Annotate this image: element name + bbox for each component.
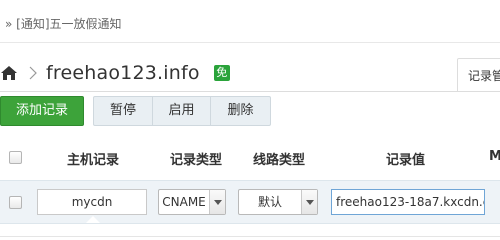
toolbar: 添加记录 暂停 启用 删除	[0, 96, 271, 126]
record-value-input[interactable]: freehao123-18a7.kxcdn.com	[331, 189, 485, 215]
host-input-pointer	[86, 216, 100, 223]
enable-button[interactable]: 启用	[153, 97, 211, 125]
breadcrumb: freehao123.info 免	[0, 58, 230, 88]
notice-link[interactable]: » [通知]五一放假通知	[5, 15, 122, 32]
delete-button[interactable]: 删除	[211, 97, 270, 125]
header-mx: MX	[489, 149, 500, 164]
pause-button[interactable]: 暂停	[94, 97, 153, 125]
select-all-checkbox[interactable]	[9, 151, 22, 164]
action-button-group: 暂停 启用 删除	[93, 96, 271, 126]
tab-record-management[interactable]: 记录管理	[457, 58, 500, 92]
header-value: 记录值	[386, 153, 426, 168]
notice-divider	[0, 42, 500, 43]
home-icon[interactable]	[0, 64, 18, 82]
row-checkbox[interactable]	[9, 196, 22, 209]
header-type: 记录类型	[170, 153, 223, 168]
domain-title: freehao123.info	[46, 62, 200, 84]
table-bottom-border	[0, 236, 500, 237]
add-record-button[interactable]: 添加记录	[0, 96, 84, 126]
chevron-right-icon	[29, 66, 37, 80]
table-header: 主机记录 记录类型 线路类型 记录值 MX	[0, 143, 500, 173]
host-input[interactable]: mycdn	[37, 189, 147, 215]
line-type-select[interactable]: 默认	[238, 189, 318, 215]
header-line: 线路类型	[253, 153, 306, 168]
chevron-down-icon	[301, 190, 317, 214]
record-type-select[interactable]: CNAME	[158, 189, 226, 215]
breadcrumb-divider	[0, 91, 500, 92]
line-type-value: 默认	[257, 195, 282, 209]
chevron-down-icon	[209, 190, 225, 214]
record-type-value: CNAME	[162, 195, 206, 209]
table-row: mycdn CNAME 默认 freehao123-18a7.kxcdn.com	[0, 180, 500, 224]
header-host: 主机记录	[67, 153, 120, 168]
free-badge: 免	[213, 65, 230, 81]
